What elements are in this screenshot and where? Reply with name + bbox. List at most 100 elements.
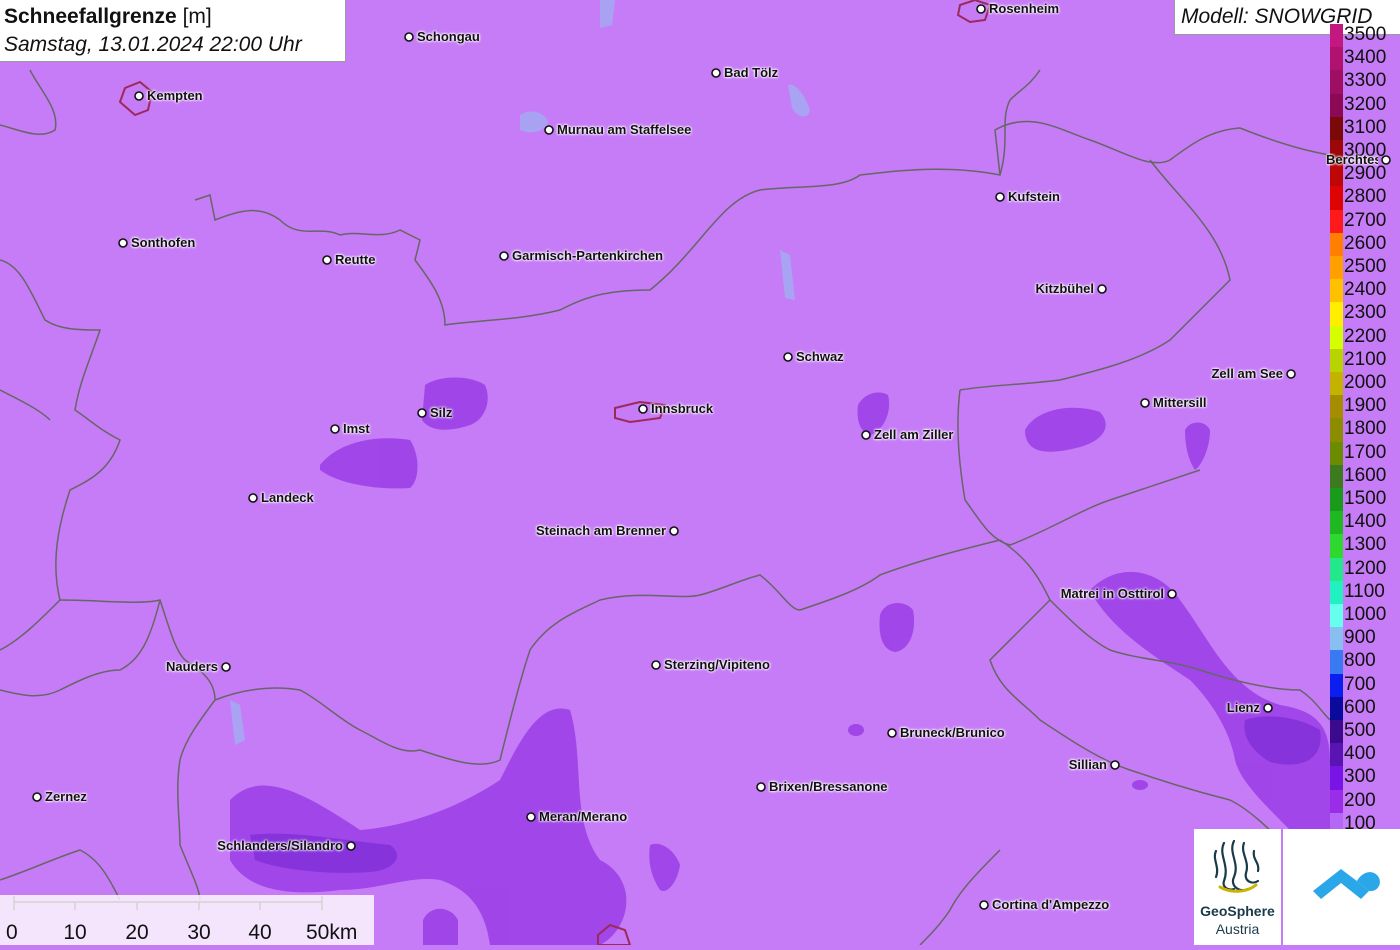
legend-label: 300 [1344,766,1376,788]
scale-label: 0 [6,921,18,944]
legend-swatch [1330,47,1343,71]
city-label: Kufstein [1008,189,1060,204]
city-marker[interactable] [995,192,1005,202]
city-marker[interactable] [322,255,332,265]
legend-swatch [1330,488,1343,512]
city-marker[interactable] [1097,284,1107,294]
legend-swatch [1330,395,1343,419]
legend-swatch [1330,232,1343,257]
city-marker[interactable] [417,408,427,418]
legend-label: 1900 [1344,395,1387,417]
legend-swatch [1330,627,1343,651]
city-marker[interactable] [861,430,871,440]
city-label: Zernez [45,789,87,804]
legend-swatch [1330,696,1343,721]
legend-label: 900 [1344,627,1376,649]
city-label: Lienz [1226,700,1260,715]
city-label: Innsbruck [651,401,714,416]
city-marker[interactable] [346,841,356,851]
city-marker[interactable] [756,782,766,792]
city-marker[interactable] [638,404,648,414]
city-marker[interactable] [330,424,340,434]
city-label: Bruneck/Brunico [900,725,1005,740]
legend-label: 1400 [1344,511,1387,533]
legend-swatch [1330,743,1343,767]
geosphere-logo[interactable]: GeoSphere Austria [1194,829,1281,945]
legend-label: 1800 [1344,418,1387,440]
legend-label: 600 [1344,696,1376,718]
legend-swatch [1330,116,1343,141]
legend-swatch [1330,557,1343,582]
scale-label: 50km [306,921,358,944]
city-marker[interactable] [783,352,793,362]
city-label: Sonthofen [131,235,196,250]
city-label: Imst [343,421,370,436]
legend-swatch [1330,348,1343,373]
city-marker[interactable] [404,32,414,42]
city-marker[interactable] [1167,589,1177,599]
city-marker[interactable] [976,4,986,14]
city-marker[interactable] [118,238,128,248]
legend-label: 800 [1344,650,1376,672]
city-marker[interactable] [248,493,258,503]
city-marker[interactable] [1110,760,1120,770]
legend-swatch [1330,511,1343,535]
city-label: Brixen/Bressanone [769,779,888,794]
city-marker[interactable] [1286,369,1296,379]
legend-label: 1100 [1344,580,1385,602]
title-main: Schneefallgrenze [4,5,177,28]
scale-label: 10 [63,921,87,944]
city-marker[interactable] [1263,703,1273,713]
legend-swatch [1330,209,1343,234]
legend-label: 1200 [1344,557,1387,579]
map-title: Schneefallgrenze [m] [4,3,341,31]
snowfall-line-map[interactable] [0,0,1400,945]
city-marker[interactable] [32,792,42,802]
legend-swatch [1330,70,1343,95]
city-label: Garmisch-Partenkirchen [512,248,664,263]
scale-label: 40 [248,921,272,944]
city-marker[interactable] [669,526,679,536]
city-label: Meran/Merano [539,809,628,824]
legend-label: 3100 [1344,116,1387,138]
city-marker[interactable] [221,662,231,672]
city-label: Reutte [335,252,376,267]
legend-swatch [1330,302,1343,327]
city-marker[interactable] [544,125,554,135]
title-box: Schneefallgrenze [m] Samstag, 13.01.2024… [0,0,346,62]
legend-label: 2400 [1344,279,1387,301]
city-label: Zell am See [1211,366,1283,381]
city-marker[interactable] [134,91,144,101]
legend-swatch [1330,256,1343,280]
legend-label: 400 [1344,743,1376,765]
title-unit: [m] [182,5,212,28]
city-marker[interactable] [887,728,897,738]
geosphere-logo-text: GeoSphere [1200,903,1275,919]
legend-swatch [1330,372,1343,396]
legend-swatch [1330,720,1343,744]
city-marker[interactable] [979,900,989,910]
city-label: Matrei in Osttirol [1060,586,1164,601]
map-datetime: Samstag, 13.01.2024 22:00 Uhr [4,33,302,56]
city-label: Berchtesgaden [1326,153,1378,167]
city-marker[interactable] [499,251,509,261]
city-marker[interactable] [1140,398,1150,408]
city-marker[interactable] [711,68,721,78]
city-label: Cortina d'Ampezzo [992,897,1110,912]
city-label: Silz [430,405,453,420]
city-label: Murnau am Staffelsee [557,122,692,137]
city-marker[interactable] [651,660,661,670]
scale-label: 20 [125,921,149,944]
city-label: Mittersill [1153,395,1207,410]
city-label: Schwaz [796,349,844,364]
legend-label: 1600 [1344,464,1387,486]
legend-swatch [1330,766,1343,791]
legend-swatch [1330,418,1343,443]
city-marker[interactable] [526,812,536,822]
legend-label: 2800 [1344,186,1387,208]
city-label: Landeck [261,490,314,505]
snowgrid-logo[interactable] [1283,829,1400,945]
legend-label: 2300 [1344,302,1387,324]
legend-swatch [1330,325,1343,350]
legend-label: 2500 [1344,256,1387,277]
